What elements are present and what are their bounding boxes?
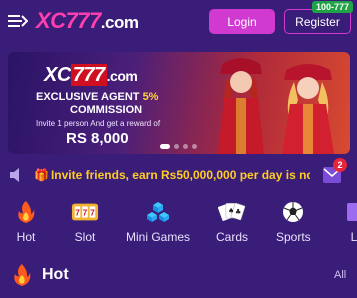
gift-icon: 🎁 (34, 168, 49, 182)
banner-character-image (218, 58, 264, 154)
view-all-link[interactable]: All (334, 269, 346, 281)
category-slot[interactable]: 777 Slot (71, 200, 99, 244)
fire-icon (12, 200, 40, 224)
slot-machine-icon: 777 (71, 200, 99, 224)
banner-amount: RS 8,000 (66, 130, 129, 147)
site-logo[interactable]: XC777.com (36, 7, 139, 37)
announcement-bar: 🎁 Invite friends, earn Rs50,000,000 per … (0, 160, 357, 190)
banner-character-image (282, 64, 334, 154)
category-sports[interactable]: Sports (276, 200, 311, 244)
banner-title: EXCLUSIVE AGENT 5% (36, 91, 159, 103)
promo-banner[interactable]: XC 777 .com EXCLUSIVE AGENT 5% COMMISSION … (8, 52, 350, 154)
svg-text:7: 7 (75, 208, 80, 218)
category-nav: Hot 777 Slot Mini Games ♠ ♣ Cards Sports … (0, 200, 357, 248)
section-title: Hot (42, 266, 69, 283)
svg-text:7: 7 (83, 208, 88, 218)
category-mini-games[interactable]: Mini Games (126, 200, 190, 244)
cubes-icon (144, 200, 172, 224)
category-lottery[interactable]: L (340, 200, 357, 244)
announcement-track[interactable]: 🎁 Invite friends, earn Rs50,000,000 per … (34, 160, 310, 190)
carousel-dot-active[interactable] (160, 144, 170, 149)
announcement-text: Invite friends, earn Rs50,000,000 per da… (50, 168, 310, 182)
register-badge: 100-777 (312, 1, 353, 13)
carousel-dot[interactable] (192, 144, 197, 149)
lottery-icon (340, 200, 357, 224)
category-cards[interactable]: ♠ ♣ Cards (216, 200, 248, 244)
carousel-dot[interactable] (183, 144, 188, 149)
category-hot[interactable]: Hot (12, 200, 40, 244)
fire-icon (14, 264, 31, 286)
top-header: XC777.com Login Register 100-777 (0, 0, 357, 44)
playing-cards-icon: ♠ ♣ (218, 200, 246, 224)
soccer-ball-icon (279, 200, 307, 224)
svg-text:♣: ♣ (235, 208, 241, 216)
login-button[interactable]: Login (209, 9, 275, 34)
svg-text:7: 7 (90, 208, 95, 218)
mail-count-badge: 2 (333, 158, 347, 172)
banner-logo: XC 777 .com (44, 64, 138, 86)
banner-subtitle: Invite 1 person And get a reward of (36, 119, 161, 128)
svg-text:♠: ♠ (228, 207, 234, 215)
banner-commission: COMMISSION (70, 104, 143, 116)
carousel-dots (160, 144, 197, 149)
carousel-dot[interactable] (174, 144, 179, 149)
menu-arrow-icon[interactable] (8, 12, 28, 30)
speaker-icon (10, 168, 19, 182)
section-header: Hot (12, 263, 69, 287)
